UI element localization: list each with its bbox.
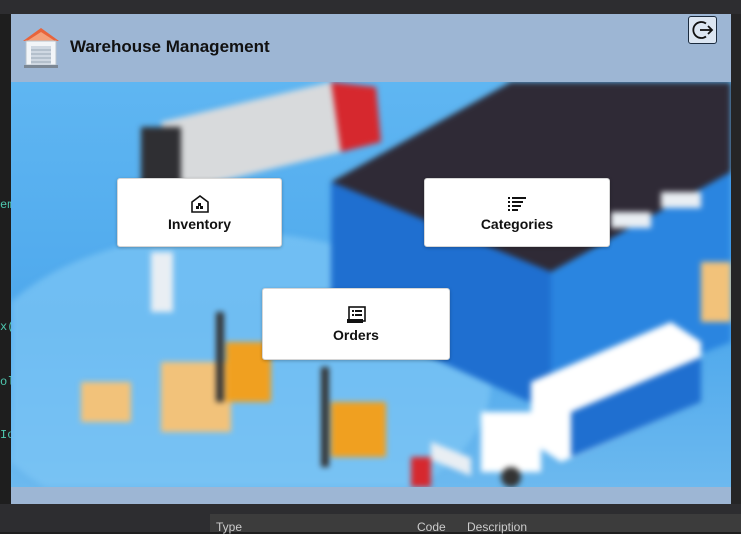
ide-top-bar <box>0 0 741 14</box>
warehouse-background-illustration <box>11 82 731 487</box>
warehouse-icon <box>189 194 211 214</box>
ide-bottom-panel: Type Code Description <box>0 504 741 534</box>
inventory-label: Inventory <box>167 215 231 232</box>
app-header: Warehouse Management <box>11 14 731 82</box>
orders-tile[interactable]: Orders <box>262 288 450 360</box>
app-footer <box>11 487 731 504</box>
app-window: Warehouse Management Inventory Categorie… <box>11 14 731 504</box>
categories-tile[interactable]: Categories <box>424 178 610 247</box>
app-title: Warehouse Management <box>70 37 270 56</box>
list-lines-icon <box>506 194 528 214</box>
inventory-tile[interactable]: Inventory <box>117 178 282 247</box>
categories-label: Categories <box>480 215 554 232</box>
ide-code-editor-edge: em x( ol Io <box>0 14 14 504</box>
orders-label: Orders <box>333 327 379 343</box>
logout-button[interactable] <box>688 16 717 44</box>
logout-icon <box>692 21 713 39</box>
ide-right-edge <box>731 14 741 504</box>
dashboard-area: Inventory Categories Orders <box>11 82 731 487</box>
warehouse-logo-icon <box>21 25 61 69</box>
order-receipt-icon <box>345 305 367 325</box>
